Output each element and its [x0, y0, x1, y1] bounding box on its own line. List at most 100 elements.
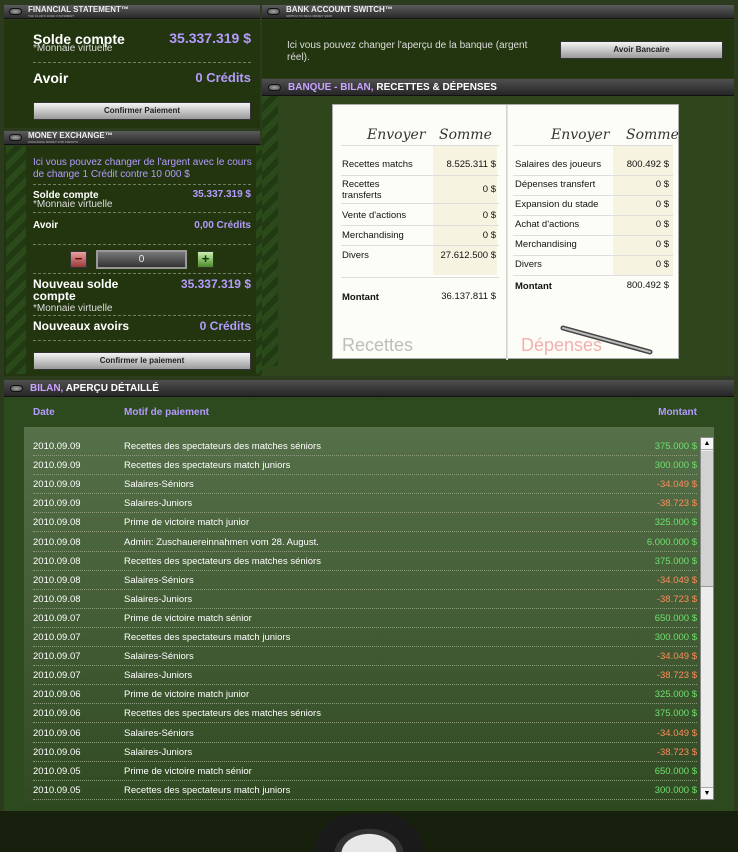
table-row: 2010.09.08 Salaires-Juniors -38.723 $	[33, 590, 697, 609]
depense-value: 0 $	[655, 179, 669, 190]
row-motif: Salaires-Séniors	[124, 651, 194, 663]
row-motif: Recettes des spectateurs match juniors	[124, 632, 291, 643]
row-motif: Prime de victoire match junior	[124, 517, 250, 529]
row-montant: 325.000 $	[654, 517, 697, 529]
row-motif: Recettes des spectateurs des matches sén…	[124, 708, 321, 720]
row-motif: Salaires-Juniors	[124, 746, 193, 758]
avoir-bancaire-button[interactable]: Avoir Bancaire	[560, 41, 723, 59]
divider	[33, 273, 251, 274]
avoir-value: 0 Crédits	[195, 70, 251, 85]
depense-value: 0 $	[655, 239, 669, 250]
scroll-up-button[interactable]: ▲	[701, 438, 713, 450]
col-date[interactable]: Date	[33, 407, 55, 418]
pen-icon	[560, 325, 653, 355]
table-row: 2010.09.08 Prime de victoire match junior…	[33, 513, 697, 533]
row-date: 2010.09.07	[33, 632, 81, 643]
table-row: 2010.09.08 Salaires-Séniors -34.049 $	[33, 571, 697, 590]
depense-value: 0 $	[655, 259, 669, 270]
increase-button[interactable]: +	[197, 251, 214, 268]
divider	[33, 212, 251, 213]
depense-label: Divers	[515, 259, 542, 270]
exchange-amount-input[interactable]: 0	[96, 250, 187, 269]
row-date: 2010.09.06	[33, 708, 81, 720]
row-motif: Salaires-Juniors	[124, 498, 193, 510]
divider	[33, 244, 251, 245]
ledger-line	[513, 275, 673, 276]
row-motif: Salaires-Juniors	[124, 593, 193, 605]
exchange-avoir-value: 0,00 Crédits	[194, 220, 251, 231]
table-row: 2010.09.07 Salaires-Juniors -38.723 $	[33, 666, 697, 686]
col-montant[interactable]: Montant	[640, 407, 697, 418]
depense-label: Achat d'actions	[515, 219, 580, 230]
row-montant: 375.000 $	[654, 708, 697, 720]
table-row: 2010.09.09 Recettes des spectateurs match…	[33, 456, 697, 476]
row-montant: -38.723 $	[656, 670, 697, 682]
row-motif: Salaires-Séniors	[124, 574, 194, 586]
depense-value: 0 $	[655, 219, 669, 230]
row-date: 2010.09.05	[33, 765, 81, 777]
bilan-header-rest: APERÇU DÉTAILLÉ	[63, 383, 159, 394]
table-row: 2010.09.09 Salaires-Séniors -34.049 $	[33, 475, 697, 495]
confirm-exchange-button[interactable]: Confirmer le paiement	[33, 352, 251, 370]
depense-value: 0 $	[655, 199, 669, 210]
row-montant: 325.000 $	[654, 689, 697, 701]
col-send-left: Envoyer	[367, 127, 426, 143]
bilan-header: BILAN, APERÇU DÉTAILLÉ	[4, 380, 734, 397]
row-motif: Salaires-Juniors	[124, 670, 193, 682]
depense-label: Dépenses transfert	[515, 179, 596, 190]
table-row: 2010.09.09 Recettes des spectateurs des m…	[33, 437, 697, 456]
scroll-down-button[interactable]: ▼	[701, 787, 713, 799]
row-date: 2010.09.09	[33, 479, 81, 491]
divider	[33, 340, 251, 341]
row-montant: 300.000 $	[654, 460, 697, 472]
depense-label: Merchandising	[515, 239, 577, 250]
row-date: 2010.09.08	[33, 593, 81, 605]
table-row: 2010.09.05 Prime de victoire match sénior…	[33, 762, 697, 781]
panel-knob-icon	[9, 134, 22, 141]
recette-label: Recettes matchs	[342, 159, 413, 170]
col-motif[interactable]: Motif de paiement	[124, 407, 209, 418]
row-montant: -34.049 $	[656, 651, 697, 663]
new-avoir-value: 0 Crédits	[199, 319, 251, 333]
ledger-line	[513, 215, 673, 216]
divider	[33, 315, 251, 316]
financial-statement-subtitle: THE CLUB'S BANK STATEMENT	[28, 14, 75, 18]
exchange-note: Ici vous pouvez changer de l'argent avec…	[33, 157, 252, 180]
new-solde-value: 35.337.319 $	[180, 277, 251, 291]
panel-knob-icon	[268, 84, 281, 91]
exchange-monnaie-note: *Monnaie virtuelle	[33, 199, 113, 210]
row-montant: -38.723 $	[656, 498, 697, 510]
table-row: 2010.09.07 Salaires-Séniors -34.049 $	[33, 647, 697, 667]
decrease-button[interactable]: −	[70, 251, 87, 268]
money-exchange-subtitle: EXCHANGE MONEY FOR CREDITS	[28, 140, 78, 144]
confirm-payment-button[interactable]: Confirmer Paiement	[33, 102, 251, 120]
recette-value: 0 $	[482, 210, 496, 221]
bank-switch-text: Ici vous pouvez changer l'aperçu de la b…	[287, 40, 528, 63]
col-sum-right: Somme	[626, 127, 679, 143]
ledger-line	[341, 175, 499, 176]
depense-value: 800.492 $	[626, 159, 669, 170]
banque-bilan-header: BANQUE - BILAN, RECETTES & DÉPENSES	[262, 79, 734, 96]
scrollbar-thumb[interactable]	[701, 451, 713, 587]
depenses-total-value: 800.492 $	[626, 280, 669, 291]
depense-label: Salaires des joueurs	[515, 159, 602, 170]
recette-value: 8.525.311 $	[446, 159, 496, 170]
row-montant: 650.000 $	[654, 612, 697, 624]
row-motif: Salaires-Séniors	[124, 727, 194, 739]
row-montant: 6.000.000 $	[646, 536, 697, 548]
table-row: 2010.09.08 Admin: Zuschauereinnahmen vom …	[33, 533, 697, 552]
row-motif: Admin: Zuschauereinnahmen vom 28. August…	[124, 536, 319, 548]
row-date: 2010.09.09	[33, 441, 81, 452]
row-montant: -38.723 $	[656, 746, 697, 758]
row-motif: Prime de victoire match sénior	[124, 612, 252, 624]
table-row: 2010.09.06 Recettes des spectateurs des m…	[33, 704, 697, 724]
row-motif: Recettes des spectateurs des matches sén…	[124, 441, 321, 452]
row-montant: -34.049 $	[656, 727, 697, 739]
avoir-label: Avoir	[33, 70, 69, 86]
table-row: 2010.09.06 Salaires-Juniors -38.723 $	[33, 743, 697, 762]
financial-statement-title: FINANCIAL STATEMENT™	[28, 5, 129, 14]
recette-label: Vente d'actions	[342, 210, 407, 221]
table-row: 2010.09.08 Recettes des spectateurs des m…	[33, 552, 697, 571]
banque-stripes	[262, 96, 278, 366]
ledger-line	[513, 195, 673, 196]
